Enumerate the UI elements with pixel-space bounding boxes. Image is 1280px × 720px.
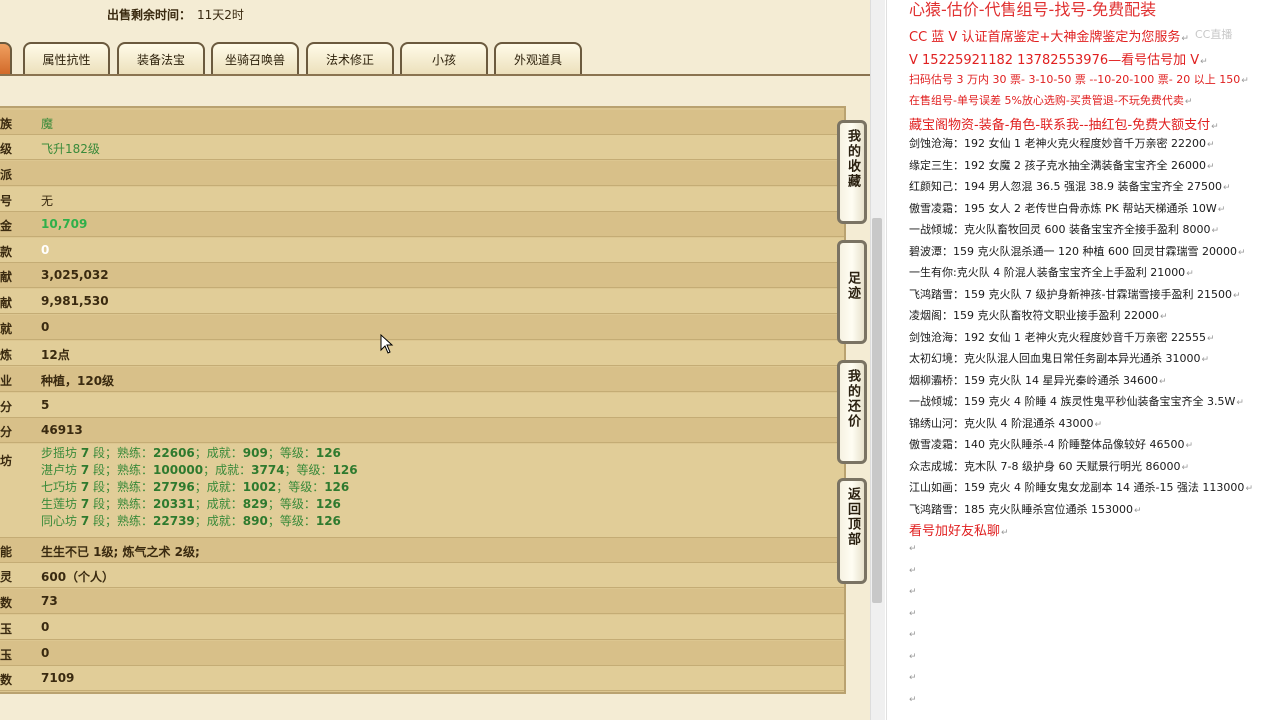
- table-row: 分5: [0, 393, 844, 418]
- table-row: 灵 600（个人）: [0, 563, 844, 588]
- table-row: 族魔: [0, 110, 844, 135]
- document-line: 飞鸿踏雪：185 克火队睡杀宫位通杀 153000↵: [909, 503, 1142, 516]
- document-line: 傲雪凌霜：140 克火队睡杀-4 阶睡整体品像较好 46500↵: [909, 438, 1193, 451]
- document-line: 飞鸿踏雪：159 克火队 7 级护身新神孩-甘霖瑞雪接手盈利 21500↵: [909, 288, 1241, 301]
- document-line: V 15225921182 13782553976—看号估号加 V↵: [909, 53, 1208, 68]
- table-row: 分 46913: [0, 418, 844, 443]
- document-line: 红颜知己：194 男人忽混 36.5 强混 38.9 装备宝宝齐全 27500↵: [909, 180, 1231, 193]
- document-line: 锦绣山河：克火队 4 阶混通杀 43000↵: [909, 417, 1103, 430]
- tab-appearance[interactable]: 外观道具: [494, 42, 582, 74]
- document-line: 缘定三生：192 女魔 2 孩子克水抽全满装备宝宝齐全 26000↵: [909, 159, 1215, 172]
- paragraph-mark: ↵: [909, 544, 917, 554]
- mouse-cursor-icon: [380, 334, 394, 354]
- workshop-item: 七巧坊 7 段；熟练：27796；成就：1002；等级：126: [41, 480, 350, 494]
- tab-divider: [0, 74, 870, 76]
- scrollbar-thumb[interactable]: [872, 218, 882, 603]
- table-row: 派: [0, 161, 844, 186]
- document-line: 在售组号-单号误差 5%放心选购-买贵管退-不玩免费代卖↵: [909, 94, 1193, 107]
- table-row: 献 9,981,530: [0, 289, 844, 314]
- side-button-label: 我的还价: [845, 369, 860, 429]
- tab-label: 法术修正: [325, 52, 374, 67]
- document-line: 烟柳灞桥：159 克火队 14 星异光秦岭通杀 34600↵: [909, 374, 1167, 387]
- watermark: CC直播: [1195, 28, 1233, 41]
- document-line: 看号加好友私聊↵: [909, 524, 1009, 539]
- document-line: 剑蚀沧海：192 女仙 1 老神火克火程度妙音千万亲密 22200↵: [909, 137, 1215, 150]
- my-counteroffer-button[interactable]: 我的还价: [837, 360, 867, 464]
- tab-label: 外观道具: [513, 52, 562, 67]
- workshop-row: 坊 步摇坊 7 段；熟练：22606；成就：909；等级：126 湛卢坊 7 段；…: [0, 444, 844, 538]
- tab-label: 坐骑召唤兽: [224, 52, 285, 67]
- tab-label: 小孩: [431, 52, 456, 67]
- document-line: 一战倾城：159 克火 4 阶睡 4 族灵性鬼平秒仙装备宝宝齐全 3.5W↵: [909, 395, 1244, 408]
- table-row: 数 73: [0, 589, 844, 614]
- tab-label: 装备法宝: [136, 52, 185, 67]
- tab-basic-info[interactable]: [0, 42, 12, 74]
- table-row: 金 10,709: [0, 212, 844, 237]
- table-row: 业种植，120级: [0, 367, 844, 392]
- document-line: 碧波潭：159 克火队混杀通一 120 种植 600 回灵甘霖瑞雪 20000↵: [909, 245, 1246, 258]
- paragraph-mark: ↵: [909, 608, 917, 619]
- my-favorites-button[interactable]: 我的收藏: [837, 120, 867, 224]
- document-line: 扫码估号 3 万内 30 票- 3-10-50 票 --10-20-100 票-…: [909, 73, 1249, 86]
- table-row: 款0: [0, 238, 844, 263]
- workshop-item: 生莲坊 7 段；熟练：20331；成就：829；等级：126: [41, 497, 341, 511]
- document-line: 剑蚀沧海：192 女仙 1 老神火克火程度妙音千万亲密 22555↵: [909, 331, 1215, 344]
- tab-spells[interactable]: 法术修正: [306, 42, 394, 74]
- sale-remaining-time: 出售剩余时间： 11天2时: [107, 6, 244, 23]
- table-row: 就0: [0, 315, 844, 340]
- paragraph-mark: ↵: [909, 673, 917, 683]
- document-line: 凌烟阁：159 克火队畜牧符文职业接手盈利 22000↵: [909, 309, 1168, 322]
- table-row: 号无: [0, 187, 844, 212]
- table-row: 玉0: [0, 641, 844, 666]
- workshop-item: 同心坊 7 段；熟练：22739；成就：890；等级：126: [41, 514, 341, 528]
- side-button-label: 我的收藏: [845, 129, 860, 189]
- tab-attributes[interactable]: 属性抗性: [23, 42, 110, 74]
- document-line: 一战倾城：克火队畜牧回灵 600 装备宝宝齐全接手盈利 8000↵: [909, 223, 1220, 236]
- sale-time-label: 出售剩余时间：: [107, 8, 192, 22]
- side-button-label: 足迹: [845, 271, 860, 301]
- character-info-table: 族魔 级飞升182级 派 号无 金 10,709 款0 献 3,025,032 献9…: [0, 106, 846, 694]
- document-line: 藏宝阁物资-装备-角色-联系我--抽红包-免费大额支付↵: [909, 118, 1219, 133]
- paragraph-mark: ↵: [909, 630, 917, 640]
- document-panel: 心猿-估价-代售组号-找号-免费配装 CC直播 CC 蓝 V 认证首席鉴定+大神…: [886, 0, 1280, 720]
- paragraph-mark: ↵: [909, 694, 917, 705]
- side-button-label: 返回顶部: [845, 487, 860, 547]
- workshop-item: 湛卢坊 7 段；熟练：100000；成就：3774；等级：126: [41, 463, 358, 477]
- document-line: CC 蓝 V 认证首席鉴定+大神金牌鉴定为您服务↵: [909, 30, 1189, 45]
- paragraph-mark: ↵: [909, 565, 917, 576]
- paragraph-mark: ↵: [909, 587, 917, 597]
- tab-equipment[interactable]: 装备法宝: [117, 42, 205, 74]
- workshop-list: 步摇坊 7 段；熟练：22606；成就：909；等级：126 湛卢坊 7 段；熟练…: [41, 445, 358, 530]
- tab-mounts-pets[interactable]: 坐骑召唤兽: [211, 42, 299, 74]
- document-line: 众志成城：克木队 7-8 级护身 60 天赋景行明光 86000↵: [909, 460, 1189, 473]
- table-row: 级飞升182级: [0, 135, 844, 160]
- paragraph-mark: ↵: [909, 651, 917, 662]
- back-to-top-button[interactable]: 返回顶部: [837, 478, 867, 584]
- tab-label: 属性抗性: [42, 52, 91, 67]
- document-line: 一生有你:克火队 4 阶混人装备宝宝齐全上手盈利 21000↵: [909, 266, 1194, 279]
- table-row: 能生生不已 1级; 炼气之术 2级;: [0, 538, 844, 563]
- document-line: 太初幻境：克火队混人回血鬼日常任务副本异光通杀 31000↵: [909, 352, 1210, 365]
- workshop-item: 步摇坊 7 段；熟练：22606；成就：909；等级：126: [41, 446, 341, 460]
- table-row: 献 3,025,032: [0, 263, 844, 288]
- tab-children[interactable]: 小孩: [400, 42, 488, 74]
- table-row: 数 7109: [0, 666, 844, 691]
- footprints-button[interactable]: 足迹: [837, 240, 867, 344]
- document-title: 心猿-估价-代售组号-找号-免费配装: [909, 0, 1157, 19]
- table-row: 炼 12点: [0, 341, 844, 366]
- sale-time-value: 11天2时: [197, 8, 244, 22]
- document-line: 江山如画：159 克火 4 阶睡女鬼女龙副本 14 通杀-15 强法 11300…: [909, 481, 1253, 494]
- game-panel: 出售剩余时间： 11天2时 属性抗性 装备法宝 坐骑召唤兽 法术修正 小孩 外观道…: [0, 0, 870, 720]
- table-row: 玉0: [0, 615, 844, 640]
- document-line: 傲雪凌霜：195 女人 2 老传世白骨赤炼 PK 帮站天梯通杀 10W↵: [909, 202, 1226, 215]
